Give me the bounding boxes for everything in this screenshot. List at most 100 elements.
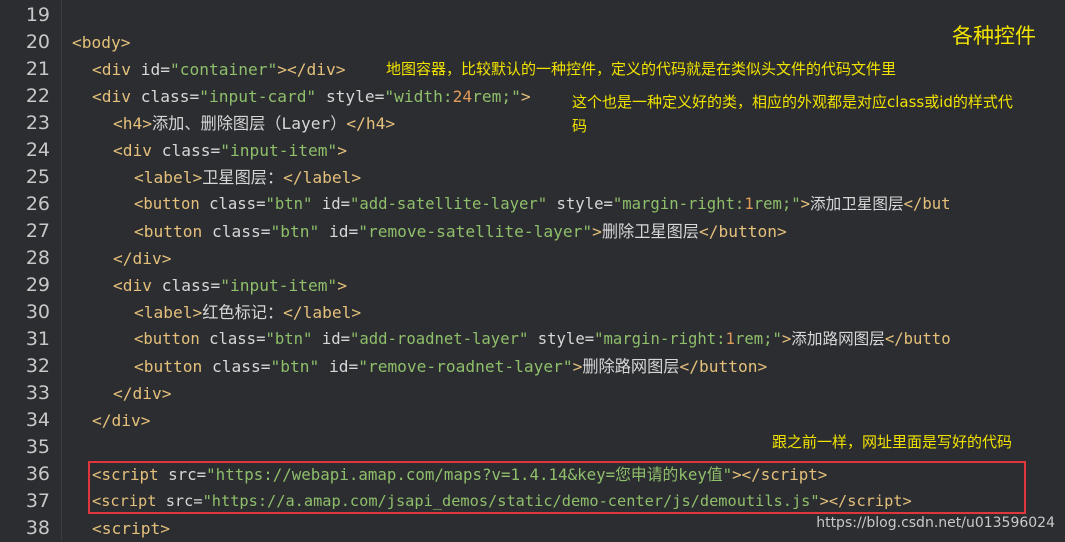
code-token: <: [113, 276, 123, 295]
code-token: 卫星图层：: [202, 168, 284, 187]
code-token: label: [302, 303, 352, 322]
code-line[interactable]: <button class="btn" id="remove-roadnet-l…: [134, 353, 767, 380]
code-token: >: [335, 60, 346, 79]
line-number: 38: [25, 517, 50, 539]
code-token: =: [374, 87, 385, 106]
code-token: =: [603, 195, 613, 213]
line-number: 33: [25, 382, 50, 404]
code-token: </: [346, 114, 366, 133]
code-token: </: [92, 411, 112, 430]
annotation-title: 各种控件: [952, 24, 1036, 48]
code-token: class: [211, 222, 261, 241]
code-line[interactable]: <button class="btn" id="add-satellite-la…: [134, 191, 951, 218]
line-number: 23: [25, 112, 50, 134]
code-line[interactable]: <label>卫星图层：</label>: [134, 164, 361, 191]
code-token: >: [161, 249, 172, 268]
code-token: 删除路网图层: [582, 357, 680, 376]
watermark: https://blog.csdn.net/u013596024: [816, 515, 1055, 531]
code-token: <: [134, 168, 144, 187]
code-token: id: [328, 357, 349, 376]
code-token: h4: [122, 114, 143, 133]
code-token: <: [134, 303, 144, 322]
code-token: class: [209, 330, 257, 348]
code-line[interactable]: <button class="btn" id="remove-satellite…: [134, 218, 787, 245]
code-line[interactable]: <h4>添加、删除图层（Layer）</h4>: [113, 110, 395, 137]
code-token: </: [283, 168, 303, 187]
code-token: </: [283, 303, 303, 322]
code-token: div: [101, 60, 131, 79]
code-line[interactable]: <div id="container"></div>: [92, 56, 345, 83]
line-number: 30: [25, 301, 50, 323]
code-token: <: [92, 60, 102, 79]
code-line[interactable]: <label>红色标记：</label>: [134, 299, 361, 326]
code-line[interactable]: <div class="input-card" style="width:24r…: [92, 83, 531, 110]
code-token: >: [781, 330, 792, 348]
code-token: >: [161, 384, 172, 403]
code-token: =: [210, 141, 221, 160]
code-token: </butto: [884, 330, 951, 348]
code-token: h4: [365, 114, 386, 133]
code-token: =: [260, 222, 271, 241]
code-token: >: [140, 411, 151, 430]
code-token: >: [520, 87, 531, 106]
annotation-script-note: 跟之前一样，网址里面是写好的代码: [772, 433, 1013, 451]
code-line[interactable]: <button class="btn" id="add-roadnet-laye…: [134, 326, 951, 353]
code-token: style: [556, 195, 604, 213]
line-number: 26: [25, 193, 50, 215]
annotation-line: 这个也是一种定义好的类，相应的外观都是对应class或id的样式代: [572, 93, 1013, 111]
code-token: >: [351, 168, 362, 187]
code-token: <: [92, 87, 102, 106]
code-token: label: [143, 168, 193, 187]
line-number: 22: [25, 85, 50, 107]
code-token: 1: [744, 195, 754, 213]
code-token: 添加路网图层: [791, 330, 885, 348]
code-token: 红色标记：: [202, 303, 284, 322]
code-token: "btn": [265, 330, 313, 348]
code-token: script: [101, 519, 161, 538]
code-token: class: [161, 141, 211, 160]
code-line[interactable]: </div>: [92, 407, 151, 434]
code-token: div: [132, 384, 162, 403]
code-token: "btn": [270, 222, 320, 241]
code-token: div: [132, 249, 162, 268]
code-token: =: [189, 87, 200, 106]
code-line[interactable]: </div>: [113, 380, 172, 407]
code-token: 1: [725, 330, 735, 348]
code-token: <: [72, 33, 82, 52]
code-token: <: [92, 519, 102, 538]
code-token: <: [113, 114, 123, 133]
code-token: =: [260, 357, 271, 376]
code-token: class: [209, 195, 257, 213]
code-token: >: [142, 114, 152, 133]
code-token: "btn": [265, 195, 313, 213]
code-line[interactable]: <script>: [92, 515, 170, 542]
code-token: </: [698, 222, 719, 241]
code-line[interactable]: <body>: [72, 29, 130, 56]
code-token: div: [101, 87, 131, 106]
annotation-container-note: 地图容器，比较默认的一种控件，定义的代码就是在类似头文件的代码文件里: [386, 60, 897, 78]
line-number: 37: [25, 490, 50, 512]
code-token: >: [572, 357, 583, 376]
code-token: id: [328, 222, 349, 241]
code-token: 添加卫星图层: [810, 195, 904, 213]
code-token: >: [120, 33, 131, 52]
code-line[interactable]: <div class="input-item">: [113, 272, 347, 299]
code-token: "container": [170, 60, 278, 79]
code-token: >: [192, 168, 203, 187]
code-token: style: [325, 87, 375, 106]
code-token: id: [321, 195, 341, 213]
code-token: >: [757, 357, 768, 376]
code-token: </but: [903, 195, 951, 213]
code-line[interactable]: </div>: [113, 245, 172, 272]
code-token: =: [340, 330, 350, 348]
code-token: button: [143, 195, 200, 213]
code-line[interactable]: <div class="input-item">: [113, 137, 347, 164]
